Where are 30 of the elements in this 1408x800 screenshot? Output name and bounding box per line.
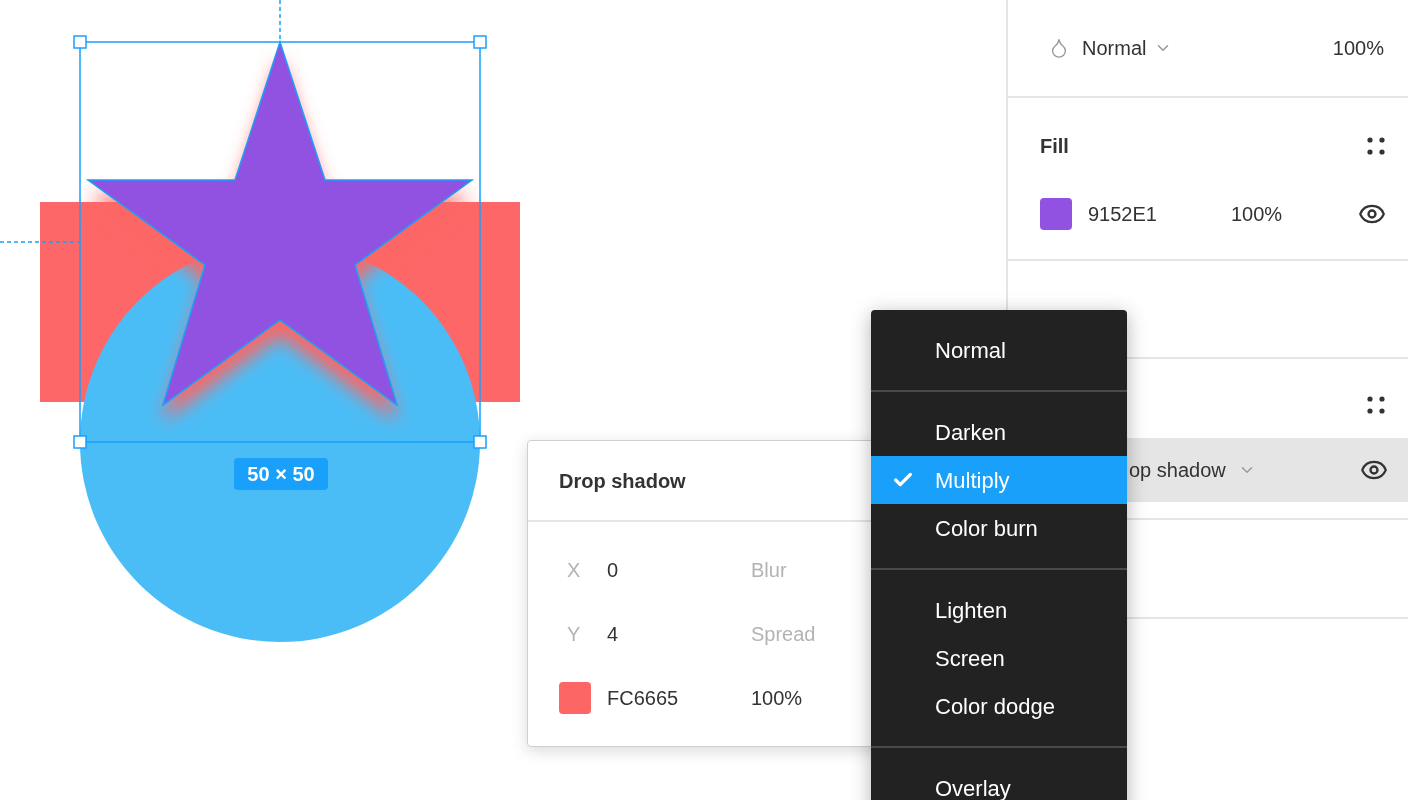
menu-item[interactable]: Overlay: [871, 764, 1127, 800]
field-label: Spread: [751, 622, 817, 647]
resize-handle[interactable]: [473, 35, 487, 49]
color-swatch[interactable]: [559, 682, 591, 714]
section-title: Fill: [1040, 134, 1069, 159]
field-label: Blur: [751, 558, 788, 583]
number-field[interactable]: 0: [607, 555, 751, 585]
field-label: X: [566, 558, 582, 583]
menu-item[interactable]: Color dodge: [871, 682, 1127, 730]
color-swatch[interactable]: [1040, 198, 1072, 230]
grid-dots-icon[interactable]: [1366, 395, 1386, 415]
field-label: Y: [566, 622, 582, 647]
popover-title: Drop shadow: [559, 468, 686, 494]
blend-mode-dropdown[interactable]: Normal: [1082, 33, 1173, 63]
size-label: 50 × 50: [234, 458, 328, 490]
effect-type-label[interactable]: op shadow: [1129, 455, 1226, 485]
opacity-value[interactable]: 100%: [751, 683, 803, 713]
resize-handle[interactable]: [73, 35, 87, 49]
hex-value[interactable]: 9152E1: [1088, 199, 1231, 229]
opacity-value[interactable]: 100%: [1231, 199, 1283, 229]
menu-item[interactable]: Color burn: [871, 504, 1127, 552]
menu-item[interactable]: Lighten: [871, 586, 1127, 634]
number-field[interactable]: 4: [607, 619, 751, 649]
resize-handle[interactable]: [73, 435, 87, 449]
opacity-value[interactable]: 100%: [1332, 33, 1384, 63]
menu-item[interactable]: Normal: [871, 326, 1127, 374]
grid-dots-icon[interactable]: [1366, 136, 1386, 156]
resize-handle[interactable]: [473, 435, 487, 449]
hex-value[interactable]: FC6665: [607, 683, 751, 713]
menu-item[interactable]: Screen: [871, 634, 1127, 682]
